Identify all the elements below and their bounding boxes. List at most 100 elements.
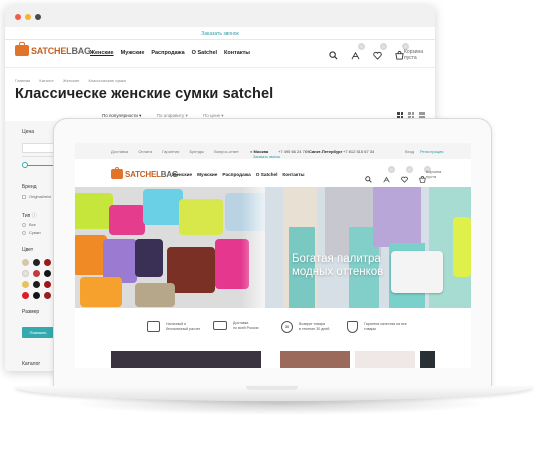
bag-logo-icon bbox=[111, 166, 123, 179]
feature-text: безналичный расчет bbox=[166, 326, 201, 331]
type-filter-label: Тип ⓘ bbox=[22, 212, 37, 219]
info-links: Доставка Оплата Гарантии Бренды Вопрос-о… bbox=[111, 149, 248, 154]
feature-text: товары bbox=[364, 327, 377, 331]
compare-count-badge: 0 bbox=[388, 166, 395, 173]
wishlist-count-badge: 0 bbox=[406, 166, 413, 173]
hero-models-image bbox=[265, 187, 471, 308]
nav-item-sale[interactable]: Распродажа bbox=[222, 172, 250, 177]
type-filter-text: Тип bbox=[22, 213, 31, 219]
minimize-window-dot[interactable] bbox=[25, 14, 31, 20]
compare-count-badge: 0 bbox=[358, 43, 365, 50]
product-image[interactable] bbox=[111, 351, 261, 368]
color-swatch[interactable] bbox=[44, 259, 51, 266]
divider bbox=[5, 67, 435, 68]
size-filter-label: Размер bbox=[22, 309, 40, 315]
color-swatch[interactable] bbox=[44, 281, 51, 288]
brand-filter-label: Бренд bbox=[22, 184, 37, 190]
catalog-label: Каталог bbox=[22, 361, 41, 367]
cart-icon[interactable]: 0 bbox=[395, 43, 409, 60]
hero-title-line: модных оттенков bbox=[292, 265, 384, 278]
register-link[interactable]: Регистрация bbox=[420, 149, 443, 154]
feature-payment: Наличный и безналичный расчет bbox=[147, 321, 200, 332]
nav-item-women[interactable]: Женские bbox=[90, 50, 114, 56]
nav-item-about[interactable]: О Satchel bbox=[192, 50, 217, 56]
color-swatch[interactable] bbox=[44, 270, 51, 277]
city-moscow: ● Москва bbox=[250, 149, 268, 154]
hero-banner[interactable]: Богатая палитра модных оттенков bbox=[75, 187, 471, 308]
feature-text: по всей России bbox=[233, 325, 259, 330]
search-icon[interactable] bbox=[365, 170, 372, 183]
compare-icon[interactable]: 0 bbox=[351, 43, 365, 60]
cart-status[interactable]: Корзина пуста bbox=[404, 49, 423, 61]
page-title: Классическе женские сумки satchel bbox=[15, 86, 274, 102]
breadcrumb-item[interactable]: Каталог bbox=[39, 78, 54, 83]
heart-icon[interactable]: 0 bbox=[373, 43, 387, 60]
color-swatch[interactable] bbox=[22, 281, 29, 288]
feature-delivery: Доставка по всей России bbox=[213, 321, 259, 331]
show-results-button[interactable]: Показать bbox=[22, 327, 54, 338]
nav-item-women[interactable]: Женские bbox=[172, 172, 192, 177]
color-swatch[interactable] bbox=[22, 270, 29, 277]
color-swatch[interactable] bbox=[22, 292, 29, 299]
city-name: Москва bbox=[253, 149, 269, 154]
link-warranty[interactable]: Гарантии bbox=[162, 149, 179, 154]
maximize-window-dot[interactable] bbox=[35, 14, 41, 20]
color-swatch[interactable] bbox=[22, 259, 29, 266]
type-option-bags[interactable]: Сумки bbox=[22, 230, 41, 235]
nav-item-sale[interactable]: Распродажа bbox=[151, 50, 184, 56]
cart-icon[interactable]: 0 bbox=[419, 166, 431, 183]
cart-status[interactable]: Корзина пуста bbox=[426, 169, 441, 180]
color-swatch[interactable] bbox=[33, 259, 40, 266]
nav-item-contacts[interactable]: Контакты bbox=[224, 50, 250, 56]
breadcrumb-item[interactable]: Женские bbox=[63, 78, 79, 83]
type-option-all[interactable]: Все bbox=[22, 222, 36, 227]
main-nav: Женские Мужские Распродажа О Satchel Кон… bbox=[172, 172, 310, 177]
close-window-dot[interactable] bbox=[15, 14, 21, 20]
feature-return: 30 Возврат товара в течение 30 дней bbox=[281, 321, 329, 333]
feature-quality: Гарантия качества на все товары bbox=[347, 321, 407, 333]
compare-icon[interactable]: 0 bbox=[383, 166, 395, 183]
product-image[interactable] bbox=[420, 351, 435, 368]
phone-spb[interactable]: +7 812 515 67 34 bbox=[343, 149, 374, 154]
price-filter-label: Цена bbox=[22, 129, 35, 135]
city-spb: Санкт-Петербург bbox=[309, 149, 343, 154]
site-logo[interactable]: SATCHELBAG bbox=[111, 166, 178, 179]
laptop-screen: Доставка Оплата Гарантии Бренды Вопрос-о… bbox=[75, 143, 471, 368]
hero-title-line: Богатая палитра bbox=[292, 253, 381, 265]
product-image[interactable] bbox=[280, 351, 350, 368]
nav-item-about[interactable]: О Satchel bbox=[256, 172, 278, 177]
brand-option[interactable]: Original/mini bbox=[22, 194, 51, 199]
location-pin-icon: ● bbox=[250, 149, 253, 154]
breadcrumb-item[interactable]: Главная bbox=[15, 78, 30, 83]
nav-item-contacts[interactable]: Контакты bbox=[282, 172, 304, 177]
type-option-label: Все bbox=[29, 222, 36, 227]
nav-item-men[interactable]: Мужские bbox=[197, 172, 217, 177]
link-delivery[interactable]: Доставка bbox=[111, 149, 128, 154]
call-request-link[interactable]: Заказать звонок bbox=[253, 155, 280, 159]
phone-moscow[interactable]: +7 495 66 24 789 bbox=[278, 149, 309, 154]
breadcrumb-item: Классические сумки bbox=[88, 78, 126, 83]
cart-empty-label: пуста bbox=[426, 173, 437, 179]
site-logo[interactable]: SATCHELBAG bbox=[15, 42, 91, 56]
logo-text: SATCHEL bbox=[31, 45, 72, 56]
link-brands[interactable]: Бренды bbox=[189, 149, 204, 154]
link-payment[interactable]: Оплата bbox=[138, 149, 152, 154]
features-bar: Наличный и безналичный расчет Доставка по … bbox=[75, 308, 471, 350]
price-slider-handle[interactable] bbox=[22, 162, 28, 168]
search-icon[interactable] bbox=[329, 47, 338, 60]
hero-title: Богатая палитра модных оттенков bbox=[292, 253, 383, 278]
call-request-link[interactable]: Заказать звонок bbox=[5, 31, 435, 37]
feature-text: в течение 30 дней bbox=[299, 327, 330, 331]
color-swatch[interactable] bbox=[33, 270, 40, 277]
link-faq[interactable]: Вопрос-ответ bbox=[214, 149, 239, 154]
heart-icon[interactable]: 0 bbox=[401, 166, 413, 183]
product-image[interactable] bbox=[355, 351, 415, 368]
top-info-bar: Доставка Оплата Гарантии Бренды Вопрос-о… bbox=[75, 143, 471, 159]
nav-item-men[interactable]: Мужские bbox=[121, 50, 145, 56]
login-link[interactable]: Вход bbox=[405, 149, 414, 154]
color-swatch[interactable] bbox=[33, 292, 40, 299]
color-swatch[interactable] bbox=[44, 292, 51, 299]
shield-star-icon bbox=[347, 321, 358, 333]
type-option-label: Сумки bbox=[29, 230, 41, 235]
color-swatch[interactable] bbox=[33, 281, 40, 288]
